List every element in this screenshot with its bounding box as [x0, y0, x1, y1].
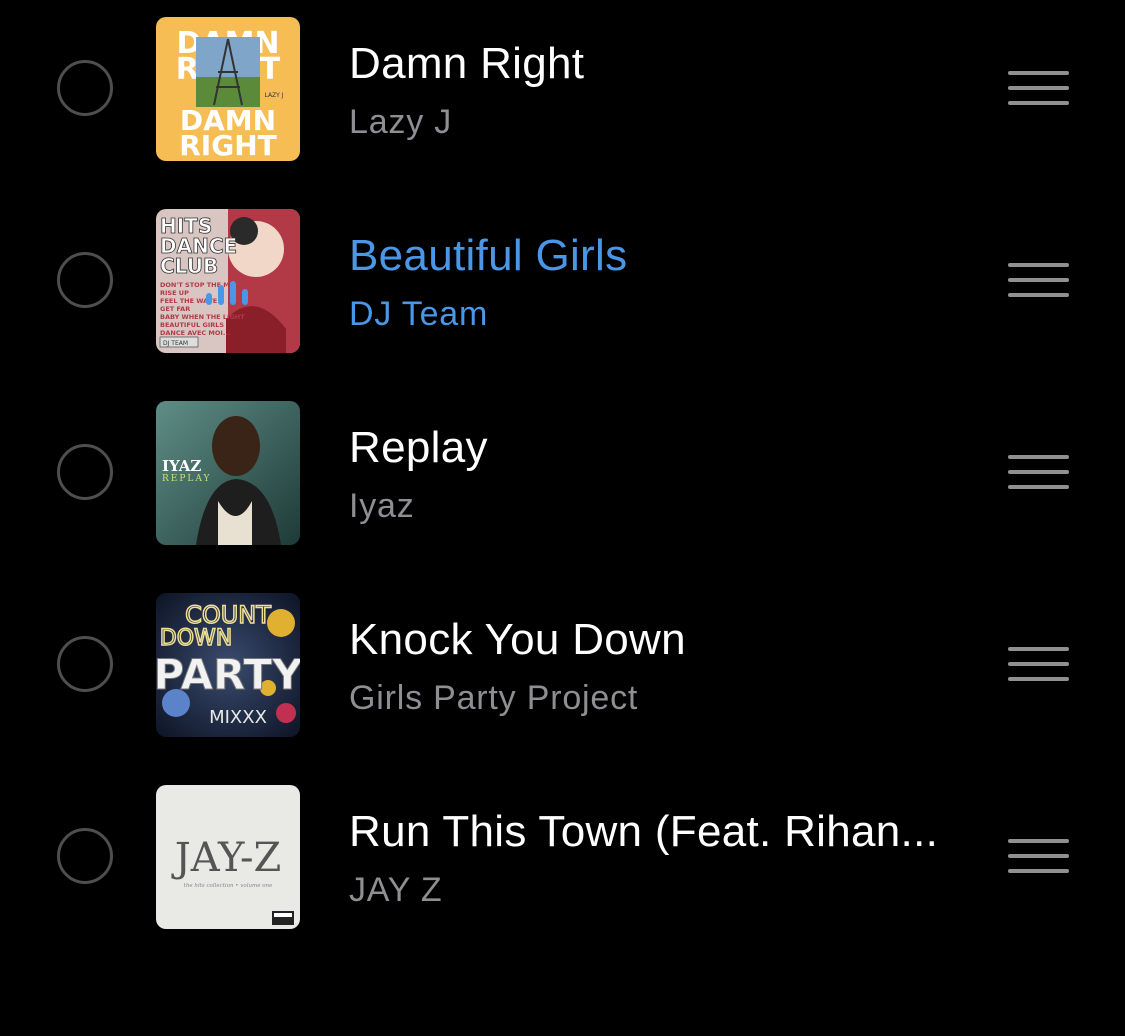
song-artist: JAY Z: [349, 871, 443, 909]
song-artist: DJ Team: [349, 295, 489, 333]
drag-handle-icon[interactable]: [1008, 839, 1069, 874]
cover-text: BABY WHEN THE LIGHT: [160, 313, 245, 321]
album-art: JAY-Z the hits collection • volume one: [156, 785, 300, 929]
select-circle-icon[interactable]: [57, 60, 113, 116]
song-row[interactable]: HITS DANCE CLUB DON'T STOP THE MUSIC RIS…: [0, 185, 1125, 377]
song-row[interactable]: JAY-Z the hits collection • volume one R…: [0, 761, 1125, 953]
song-row[interactable]: IYAZ REPLAY Replay Iyaz: [0, 377, 1125, 569]
album-art: IYAZ REPLAY: [156, 401, 300, 545]
song-row[interactable]: COUNT DOWN PARTY MIXXX Knock You Down Gi…: [0, 569, 1125, 761]
select-circle-icon[interactable]: [57, 636, 113, 692]
select-circle-icon[interactable]: [57, 252, 113, 308]
cover-text: RISE UP: [160, 289, 189, 297]
select-circle-icon[interactable]: [57, 444, 113, 500]
album-art: COUNT DOWN PARTY MIXXX: [156, 593, 300, 737]
cover-text: PARTY: [156, 650, 300, 699]
album-art: HITS DANCE CLUB DON'T STOP THE MUSIC RIS…: [156, 209, 300, 353]
equalizer-icon: [206, 281, 250, 305]
cover-text: BEAUTIFUL GIRLS: [160, 321, 224, 329]
song-title: Replay: [349, 423, 488, 472]
cover-text: the hits collection • volume one: [184, 883, 273, 889]
drag-handle-icon[interactable]: [1008, 71, 1069, 106]
cover-text: JAY-Z: [171, 835, 282, 881]
song-artist: Lazy J: [349, 103, 453, 141]
song-title: Damn Right: [349, 39, 585, 88]
song-row[interactable]: DAMN RIGHT DAMN RIGHT LAZY J Damn Right …: [0, 0, 1125, 185]
cover-text: DANCE AVEC MOI...: [160, 329, 230, 337]
album-art: DAMN RIGHT DAMN RIGHT LAZY J: [156, 17, 300, 161]
drag-handle-icon[interactable]: [1008, 647, 1069, 682]
song-artist: Girls Party Project: [349, 679, 639, 717]
song-title: Knock You Down: [349, 615, 686, 664]
drag-handle-icon[interactable]: [1008, 263, 1069, 298]
cover-text: IYAZ: [162, 457, 201, 475]
select-circle-icon[interactable]: [57, 828, 113, 884]
song-title: Beautiful Girls: [349, 231, 628, 280]
cover-text: RIGHT: [179, 129, 277, 161]
cover-text: LAZY J: [264, 92, 283, 99]
cover-text: REPLAY: [162, 474, 211, 484]
cover-text: COUNT: [185, 601, 271, 629]
cover-text: DOWN: [160, 626, 232, 651]
cover-text: CLUB: [160, 254, 218, 278]
drag-handle-icon[interactable]: [1008, 455, 1069, 490]
song-title: Run This Town (Feat. Rihan...: [349, 807, 939, 856]
song-artist: Iyaz: [349, 487, 415, 525]
cover-text: MIXXX: [209, 707, 267, 728]
cover-text: DJ TEAM: [163, 340, 188, 347]
cover-text: GET FAR: [160, 305, 190, 313]
